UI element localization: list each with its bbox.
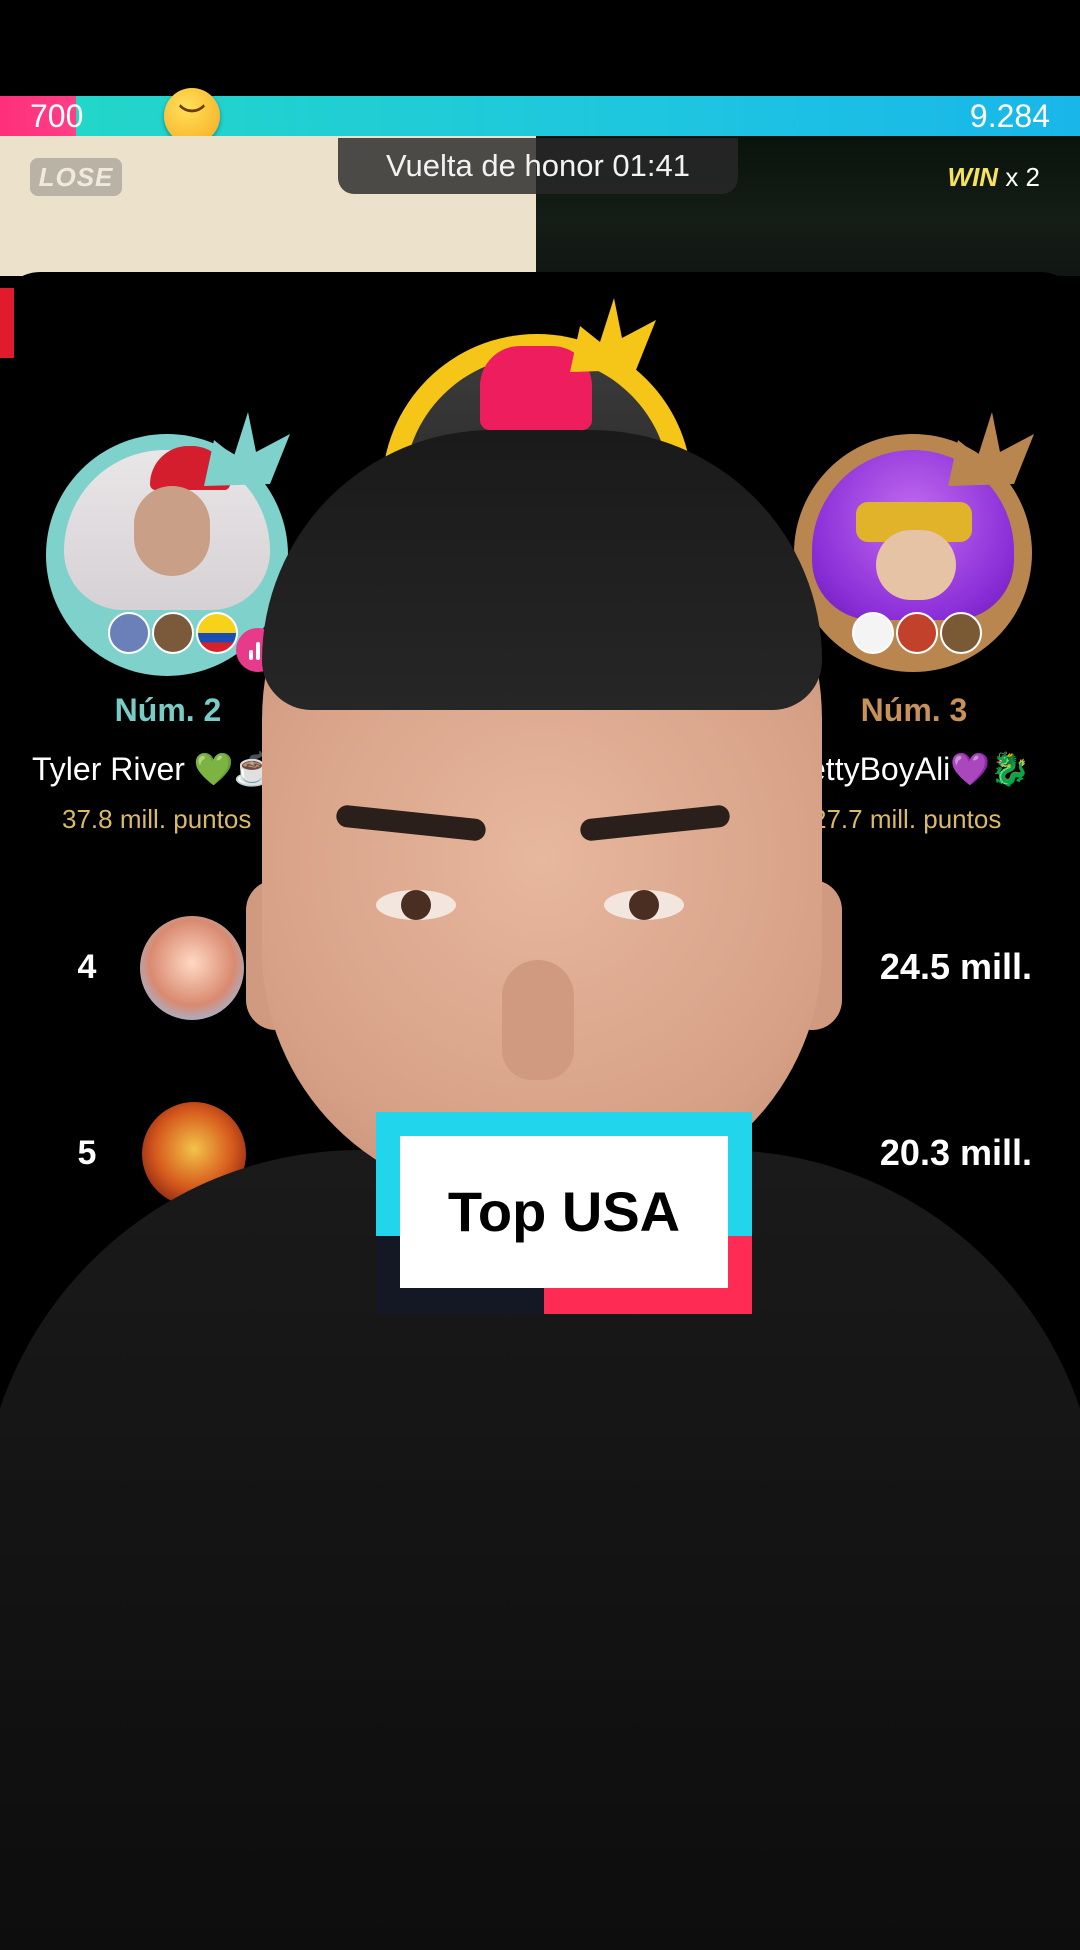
row-4-avatar[interactable] (140, 916, 244, 1020)
win-multiplier: x 2 (1005, 162, 1040, 192)
win-badge: WIN x 2 (948, 158, 1040, 196)
honor-lap-timer: Vuelta de honor 01:41 (338, 138, 738, 194)
fan-avatar (152, 612, 194, 654)
presenter-eye (376, 890, 456, 920)
lose-badge: LOSE (30, 158, 122, 196)
second-place-rank: Núm. 2 (114, 692, 222, 728)
presenter-nose (502, 960, 574, 1080)
right-score: 9.284 (969, 98, 1050, 134)
second-place-points: 37.8 mill. puntos (62, 804, 252, 834)
silver-crown-icon (204, 412, 290, 486)
bronze-crown-icon (948, 412, 1034, 486)
top-usa-label: Top USA (400, 1136, 728, 1288)
fan-avatar (940, 612, 982, 654)
third-place-points: 27.7 mill. puntos (812, 804, 1002, 834)
presenter-eye (604, 890, 684, 920)
fan-avatar (196, 612, 238, 654)
row-5-score: 20.3 mill. (879, 1132, 1032, 1173)
fan-avatar (108, 612, 150, 654)
fan-avatar (852, 612, 894, 654)
second-place-fan-avatars (108, 612, 238, 654)
third-place-face (876, 530, 956, 600)
second-place-username[interactable]: Tyler River 💚☕ (32, 750, 273, 788)
fan-avatar (896, 612, 938, 654)
battle-progress-bar (0, 96, 1080, 136)
win-label: WIN (947, 162, 999, 192)
third-place-username[interactable]: ettyBoyAli💜🐉 (808, 750, 1030, 788)
second-place-face (134, 486, 210, 576)
row-4-score: 24.5 mill. (879, 946, 1032, 987)
row-5-rank: 5 (77, 1134, 97, 1172)
row-4-rank: 4 (77, 948, 97, 986)
battle-bar-right-fill (75, 96, 1080, 136)
gold-crown-icon (570, 298, 656, 372)
third-place-rank: Núm. 3 (860, 692, 968, 728)
left-score: 700 (30, 98, 84, 134)
third-place-fan-avatars (852, 612, 982, 654)
edge-strip (0, 288, 14, 358)
